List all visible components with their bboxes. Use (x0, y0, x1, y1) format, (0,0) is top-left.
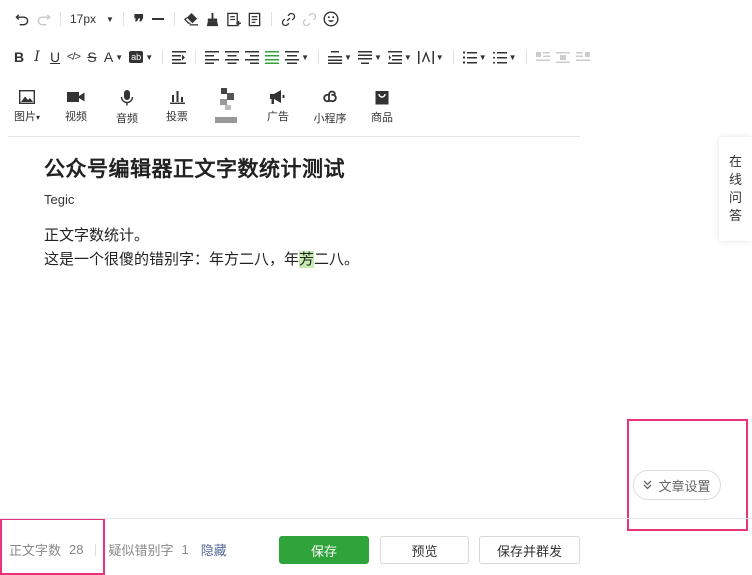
article-settings-button[interactable]: 文章设置 (633, 470, 721, 500)
font-color-icon[interactable]: A ▼ (101, 46, 126, 68)
bulleted-list-icon[interactable]: ▼ (490, 46, 520, 68)
insert-video-label: 视频 (65, 111, 87, 123)
footer-status: 正文字数 28 疑似错别字 1 隐藏 (9, 540, 227, 559)
insert-mini-program-label: 小程序 (313, 113, 347, 125)
format-painter-icon[interactable] (202, 8, 223, 30)
hide-typo-link[interactable]: 隐藏 (201, 540, 227, 559)
online-help-char-3: 问 (728, 190, 742, 205)
mini-program-icon (323, 90, 337, 103)
underline-icon[interactable]: U (46, 46, 64, 68)
body-line-2-after: 二八。 (314, 251, 360, 268)
insert-mini-program-button[interactable]: 小程序 (310, 90, 350, 126)
align-left-icon[interactable] (202, 46, 222, 68)
insert-poll-button[interactable]: 投票 (157, 90, 197, 124)
blockquote-icon[interactable]: ❞ (130, 8, 148, 32)
align-right-icon[interactable] (242, 46, 262, 68)
insert-template-icon[interactable] (223, 8, 244, 30)
insert-video-button[interactable]: 视频 (56, 90, 96, 124)
insert-image-button[interactable]: 图片▾ (7, 90, 47, 124)
spacing-before-icon[interactable]: ▼ (325, 46, 355, 68)
eraser-icon[interactable] (181, 8, 202, 30)
horizontal-rule-icon[interactable] (148, 8, 168, 30)
undo-icon[interactable] (12, 8, 33, 30)
megaphone-icon (270, 90, 285, 104)
image-icon (19, 90, 35, 104)
bold-icon[interactable]: B (10, 46, 28, 68)
insert-product-button[interactable]: 商品 (362, 90, 402, 125)
save-and-send-button[interactable]: 保存并群发 (479, 536, 580, 564)
float-right-icon[interactable] (573, 46, 593, 68)
word-count-label: 正文字数 (9, 543, 62, 558)
font-size-value: 17px (70, 12, 97, 26)
typo-highlight[interactable]: 芳 (299, 251, 315, 268)
letter-spacing-icon[interactable]: ▼ (415, 46, 447, 68)
online-help-char-1: 在 (728, 154, 742, 169)
word-count-value: 28 (69, 542, 84, 557)
redo-icon[interactable] (33, 8, 54, 30)
code-icon[interactable]: </> (64, 46, 83, 68)
link-icon[interactable] (278, 8, 299, 30)
unlink-icon[interactable] (299, 8, 320, 30)
typo-count: 1 (181, 542, 189, 557)
float-left-icon[interactable] (533, 46, 553, 68)
align-more-icon[interactable]: ▼ (282, 46, 312, 68)
article-body[interactable]: 正文字数统计。 这是一个很傻的错别字：年方二八，年芳二八。 (44, 224, 359, 272)
body-line-1: 正文字数统计。 (44, 227, 150, 244)
insert-audio-label: 音频 (116, 113, 138, 125)
double-chevron-down-icon (643, 478, 652, 493)
align-center-icon[interactable] (222, 46, 242, 68)
italic-icon[interactable]: I (28, 46, 46, 68)
preview-button[interactable]: 预览 (380, 536, 469, 564)
article-author[interactable]: Tegic (44, 192, 74, 207)
shopping-bag-icon (375, 91, 389, 105)
insert-image-label: 图片 (13, 111, 36, 123)
emoji-icon[interactable] (320, 8, 342, 30)
align-justify-icon[interactable] (262, 46, 282, 68)
save-button[interactable]: 保存 (279, 536, 369, 564)
article-title[interactable]: 公众号编辑器正文字数统计测试 (44, 153, 345, 183)
online-help-tab[interactable]: 在 线 问 答 (719, 137, 752, 241)
insert-audio-button[interactable]: 音频 (107, 90, 147, 126)
insert-product-label: 商品 (371, 112, 393, 124)
poll-icon (169, 91, 185, 104)
online-help-char-2: 线 (728, 172, 742, 187)
font-size-select[interactable]: 17px ▼ (67, 8, 117, 30)
line-height-icon[interactable]: ▼ (385, 46, 415, 68)
insert-blurred-button[interactable] (206, 88, 246, 128)
strikethrough-icon[interactable]: S (83, 46, 101, 68)
numbered-list-icon[interactable]: ▼ (460, 46, 490, 68)
microphone-icon (120, 90, 134, 106)
mosaic-placeholder-icon (215, 88, 237, 123)
float-center-icon[interactable] (553, 46, 573, 68)
article-settings-label: 文章设置 (658, 478, 711, 494)
video-icon (67, 92, 85, 102)
background-color-icon[interactable]: ab ▼ (126, 46, 156, 68)
insert-poll-label: 投票 (166, 111, 188, 123)
typo-label: 疑似错别字 (108, 543, 174, 558)
toolbar-divider (8, 136, 580, 137)
insert-ad-label: 广告 (267, 111, 289, 123)
body-line-2-before: 这是一个很傻的错别字：年方二八，年 (44, 251, 300, 268)
toolbar-row-2: B I U </> S A ▼ ab ▼ ▼ ▼ ▼ ▼ ▼ ▼ ▼ (10, 46, 593, 68)
toolbar-row-1: 17px ▼ ❞ (12, 8, 342, 32)
insert-ad-button[interactable]: 广告 (258, 90, 298, 124)
indent-icon[interactable] (169, 46, 189, 68)
status-divider (95, 543, 97, 556)
spacing-after-icon[interactable]: ▼ (355, 46, 385, 68)
document-icon[interactable] (244, 8, 265, 30)
footer-divider (0, 518, 752, 519)
online-help-char-4: 答 (728, 208, 742, 223)
body-line-2: 这是一个很傻的错别字：年方二八，年芳二八。 (44, 248, 359, 272)
